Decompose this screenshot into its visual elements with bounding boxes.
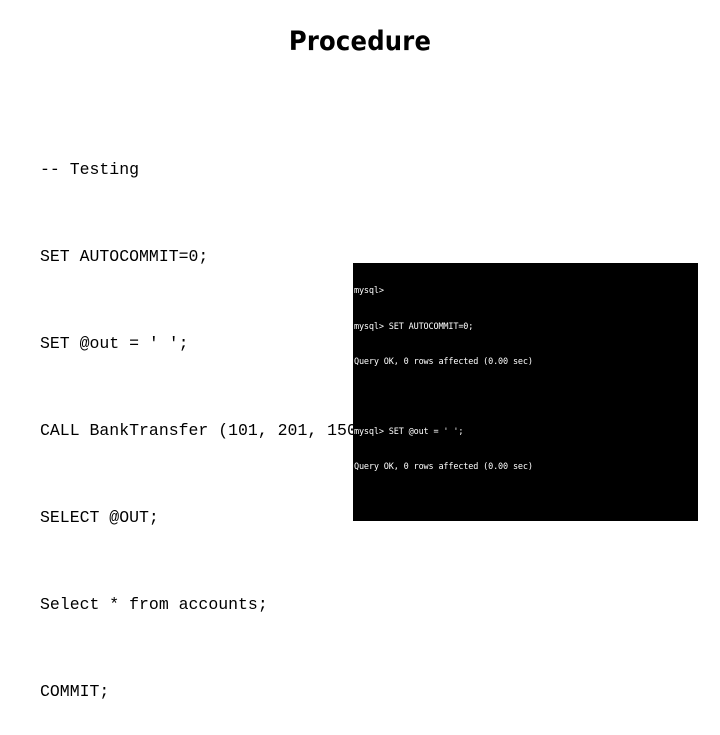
- terminal-output: mysql> mysql> SET AUTOCOMMIT=0; Query OK…: [353, 263, 698, 521]
- code-line: CALL BankTransfer (101, 201, 1500, @out)…: [40, 421, 446, 440]
- code-line: COMMIT;: [40, 682, 110, 701]
- terminal-line: mysql> SET AUTOCOMMIT=0;: [354, 321, 474, 332]
- page-title: Procedure: [288, 26, 432, 57]
- code-line: SET @out = ' ';: [40, 334, 189, 353]
- code-line: -- Testing: [40, 160, 140, 179]
- terminal-line: Query OK, 0 rows affected (0.00 sec): [354, 356, 533, 367]
- code-line: SET AUTOCOMMIT=0;: [40, 247, 209, 266]
- code-line: Select * from accounts;: [40, 595, 268, 614]
- terminal-line: mysql>: [354, 286, 384, 297]
- code-line: SELECT @OUT;: [40, 508, 159, 527]
- mysql-terminal-screenshot: mysql> mysql> SET AUTOCOMMIT=0; Query OK…: [353, 263, 698, 521]
- terminal-line: mysql> SET @out = ' ';: [354, 427, 464, 438]
- sql-code-block: -- Testing SET AUTOCOMMIT=0; SET @out = …: [40, 97, 446, 735]
- terminal-line: Query OK, 0 rows affected (0.00 sec): [354, 462, 533, 473]
